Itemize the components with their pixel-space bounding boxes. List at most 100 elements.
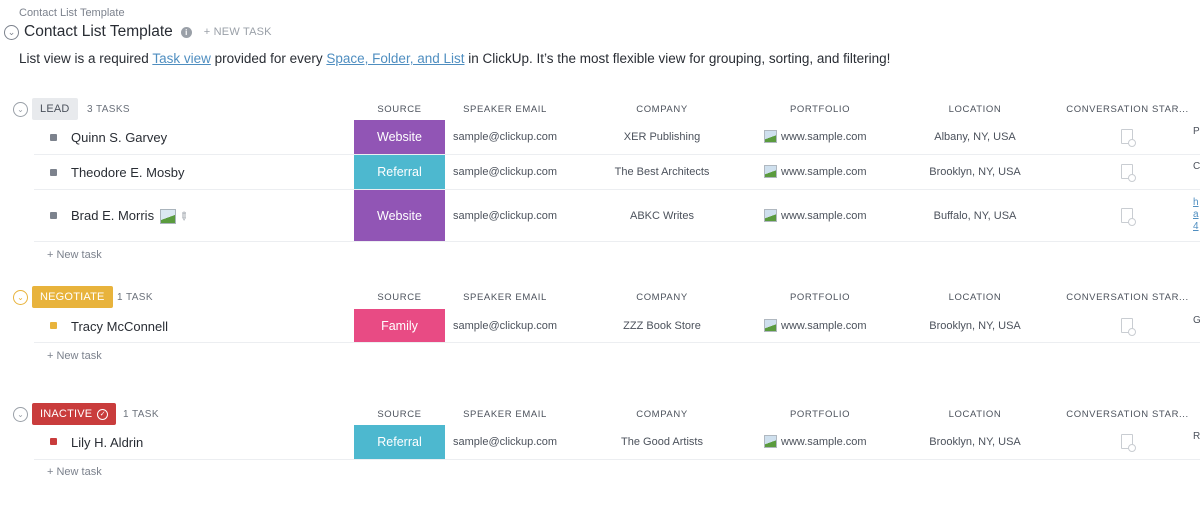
status-square[interactable] [50,169,57,176]
table-row[interactable]: Tracy McConnell Family sample@clickup.co… [34,309,1200,343]
link-fragment[interactable]: a [1193,209,1199,220]
column-header-email[interactable]: SPEAKER EMAIL [455,409,555,420]
portfolio-url[interactable]: www.sample.com [781,131,867,143]
task-name[interactable]: Quinn S. Garvey [71,130,167,145]
breadcrumb[interactable]: Contact List Template [19,7,125,19]
task-name[interactable]: Brad E. Morris✎ [71,208,188,224]
table-row[interactable]: Brad E. Morris✎ Website sample@clickup.c… [34,190,1200,242]
column-header-company[interactable]: COMPANY [612,104,712,115]
location-cell[interactable]: Albany, NY, USA [914,131,1036,143]
company-cell[interactable]: XER Publishing [602,131,722,143]
status-square[interactable] [50,212,57,219]
table-row[interactable]: Quinn S. Garvey Website sample@clickup.c… [34,120,1200,155]
source-tag[interactable]: Family [354,309,445,342]
new-task-link[interactable]: + New task [47,249,102,261]
new-task-link[interactable]: + New task [47,466,102,478]
broken-image-icon [764,435,777,448]
location-cell[interactable]: Buffalo, NY, USA [914,210,1036,222]
image-attachment-icon[interactable] [160,209,176,224]
column-header-email[interactable]: SPEAKER EMAIL [455,104,555,115]
new-task-button[interactable]: + NEW TASK [204,26,272,38]
column-header-location[interactable]: LOCATION [925,104,1025,115]
link-fragment[interactable]: h [1193,197,1199,208]
description-text: List view is a required [19,51,152,66]
email-cell[interactable]: sample@clickup.com [453,166,557,178]
table-row[interactable]: Lily H. Aldrin Referral sample@clickup.c… [34,425,1200,460]
task-view-link[interactable]: Task view [152,51,211,66]
column-header-location[interactable]: LOCATION [925,409,1025,420]
column-header-conversation[interactable]: CONVERSATION STAR... [1065,104,1190,115]
column-header-conversation[interactable]: CONVERSATION STAR... [1065,292,1190,303]
location-cell[interactable]: Brooklyn, NY, USA [914,320,1036,332]
collapse-list-button[interactable]: ⌄ [4,25,19,40]
document-icon[interactable] [1121,434,1133,449]
collapse-group-button[interactable]: ⌄ [13,290,28,305]
status-square[interactable] [50,134,57,141]
truncated-cell[interactable]: G [1193,315,1200,326]
column-header-portfolio[interactable]: PORTFOLIO [770,292,870,303]
document-icon[interactable] [1121,318,1133,333]
column-header-source[interactable]: SOURCE [354,292,445,303]
task-name[interactable]: Lily H. Aldrin [71,435,143,450]
column-header-company[interactable]: COMPANY [612,409,712,420]
portfolio-cell[interactable]: www.sample.com [764,209,867,222]
portfolio-cell[interactable]: www.sample.com [764,435,867,448]
email-cell[interactable]: sample@clickup.com [453,131,557,143]
truncated-cell[interactable]: C [1193,161,1200,172]
link-fragment[interactable]: 4 [1193,221,1199,232]
source-tag[interactable]: Referral [354,425,445,459]
task-name-text[interactable]: Brad E. Morris [71,208,154,223]
column-header-portfolio[interactable]: PORTFOLIO [770,409,870,420]
source-tag[interactable]: Referral [354,155,445,189]
document-icon[interactable] [1121,129,1133,144]
column-header-portfolio[interactable]: PORTFOLIO [770,104,870,115]
company-cell[interactable]: The Best Architects [602,166,722,178]
task-name[interactable]: Tracy McConnell [71,319,168,334]
portfolio-cell[interactable]: www.sample.com [764,319,867,332]
paperclip-icon[interactable]: ✎ [176,209,192,225]
truncated-cell[interactable]: P [1193,126,1200,137]
space-folder-list-link[interactable]: Space, Folder, and List [326,51,464,66]
column-header-conversation[interactable]: CONVERSATION STAR... [1065,409,1190,420]
source-tag[interactable]: Website [354,190,445,241]
truncated-cell[interactable]: R [1193,431,1200,442]
email-cell[interactable]: sample@clickup.com [453,436,557,448]
column-header-location[interactable]: LOCATION [925,292,1025,303]
document-icon[interactable] [1121,164,1133,179]
location-cell[interactable]: Brooklyn, NY, USA [914,166,1036,178]
broken-image-icon [764,165,777,178]
task-name[interactable]: Theodore E. Mosby [71,165,184,180]
document-icon[interactable] [1121,208,1133,223]
location-cell[interactable]: Brooklyn, NY, USA [914,436,1036,448]
column-header-source[interactable]: SOURCE [354,409,445,420]
status-square[interactable] [50,322,57,329]
collapse-group-button[interactable]: ⌄ [13,407,28,422]
status-label: INACTIVE [40,408,92,420]
table-row[interactable]: Theodore E. Mosby Referral sample@clicku… [34,155,1200,190]
info-icon[interactable]: i [181,27,192,38]
status-badge[interactable]: INACTIVE✓ [32,403,116,425]
company-cell[interactable]: The Good Artists [602,436,722,448]
collapse-group-button[interactable]: ⌄ [13,102,28,117]
status-badge[interactable]: LEAD [32,98,78,120]
portfolio-url[interactable]: www.sample.com [781,436,867,448]
status-badge[interactable]: NEGOTIATE [32,286,113,308]
column-header-company[interactable]: COMPANY [612,292,712,303]
source-tag[interactable]: Website [354,120,445,154]
portfolio-url[interactable]: www.sample.com [781,210,867,222]
broken-image-icon [764,319,777,332]
new-task-link[interactable]: + New task [47,350,102,362]
portfolio-url[interactable]: www.sample.com [781,320,867,332]
email-cell[interactable]: sample@clickup.com [453,320,557,332]
company-cell[interactable]: ZZZ Book Store [602,320,722,332]
email-cell[interactable]: sample@clickup.com [453,210,557,222]
group-lead: ⌄ LEAD 3 TASKS SOURCE SPEAKER EMAIL COMP… [0,98,1200,120]
status-square[interactable] [50,438,57,445]
portfolio-cell[interactable]: www.sample.com [764,130,867,143]
portfolio-url[interactable]: www.sample.com [781,166,867,178]
truncated-link-cell[interactable]: ha4 [1193,197,1199,233]
column-header-email[interactable]: SPEAKER EMAIL [455,292,555,303]
column-header-source[interactable]: SOURCE [354,104,445,115]
portfolio-cell[interactable]: www.sample.com [764,165,867,178]
company-cell[interactable]: ABKC Writes [602,210,722,222]
